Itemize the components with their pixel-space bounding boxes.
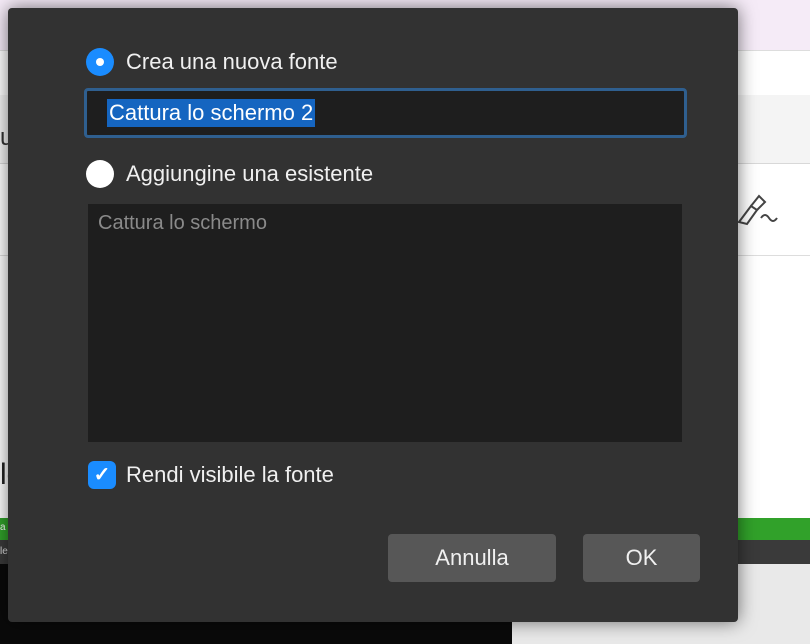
create-new-label: Crea una nuova fonte: [126, 49, 338, 74]
add-existing-label: Aggiungine una esistente: [126, 161, 374, 186]
create-new-source-option[interactable]: Crea una nuova fonte: [86, 48, 338, 76]
existing-sources-list[interactable]: Cattura lo schermo: [88, 204, 682, 442]
add-source-dialog: Crea una nuova fonte Cattura lo schermo …: [8, 8, 738, 622]
cancel-button[interactable]: Annulla: [388, 534, 556, 582]
make-visible-label: Rendi visibile la fonte: [126, 462, 334, 487]
brush-tool-icon: [737, 194, 778, 226]
source-name-input[interactable]: Cattura lo schermo 2: [84, 88, 687, 138]
add-existing-option[interactable]: Aggiungine una esistente: [86, 160, 373, 188]
source-name-value[interactable]: Cattura lo schermo 2: [107, 99, 316, 127]
create-new-radio[interactable]: [86, 48, 114, 76]
make-visible-option[interactable]: ✓ Rendi visibile la fonte: [88, 461, 334, 489]
ok-button[interactable]: OK: [583, 534, 700, 582]
checkmark-icon[interactable]: ✓: [88, 461, 116, 489]
add-existing-radio[interactable]: [86, 160, 114, 188]
list-item[interactable]: Cattura lo schermo: [98, 212, 672, 235]
